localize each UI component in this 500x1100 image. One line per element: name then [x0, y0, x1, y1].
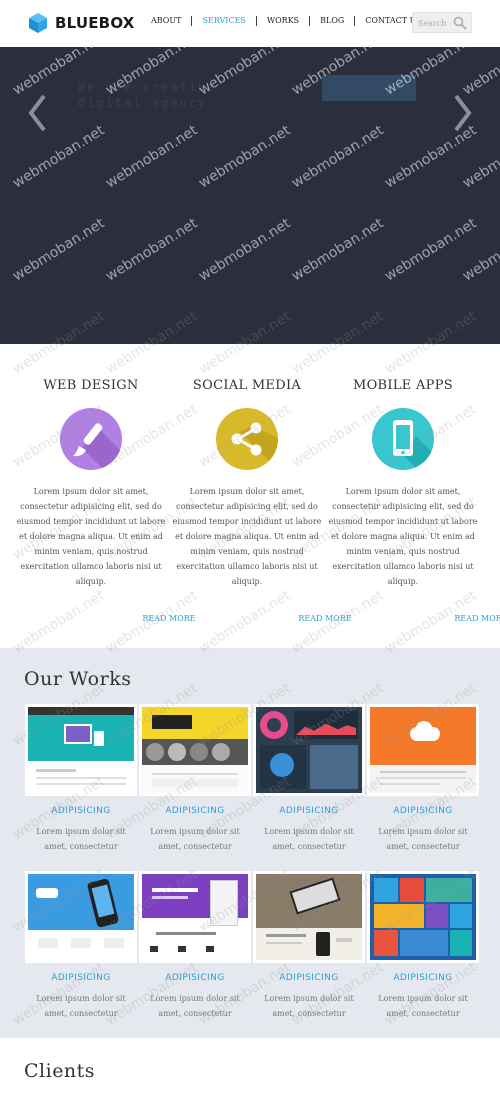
work-description: Lorem ipsum dolor sit amet, consectetur	[264, 994, 354, 1018]
read-more-link[interactable]: READ MORE	[403, 614, 500, 623]
brand-name: BLUEBOX	[55, 14, 135, 32]
work-title[interactable]: ADIPISICING	[139, 806, 251, 816]
nav-divider	[354, 16, 356, 26]
work-thumbnail[interactable]	[139, 871, 251, 963]
work-thumbnail[interactable]	[367, 871, 479, 963]
service-title: SOCIAL MEDIA	[192, 378, 302, 393]
nav-divider	[309, 16, 311, 26]
work-thumbnail[interactable]	[25, 704, 137, 796]
share-icon	[216, 408, 278, 470]
work-description: Lorem ipsum dolor sit amet, consectetur	[36, 827, 126, 851]
works-section: Our Works ADIPISICING Lorem ipsum dolor …	[0, 648, 500, 1038]
main-nav: ABOUT SERVICES WORKS BLOG CONTACT US	[146, 15, 427, 27]
services-section: WEB DESIGN Lorem ipsum dolor sit amet, c…	[0, 344, 500, 648]
work-title[interactable]: ADIPISICING	[253, 806, 365, 816]
slider-prev-arrow-icon[interactable]	[26, 93, 48, 133]
nav-item-about[interactable]: ABOUT	[146, 15, 186, 27]
clients-section: Clients	[0, 1038, 500, 1100]
slider-next-arrow-icon[interactable]	[452, 93, 474, 133]
work-description: Lorem ipsum dolor sit amet, consectetur	[150, 994, 240, 1018]
service-title: WEB DESIGN	[43, 378, 139, 393]
hero-slider: We are creative digital agency	[0, 47, 500, 344]
smartphone-icon	[372, 408, 434, 470]
work-thumbnail[interactable]	[139, 704, 251, 796]
hero-cta-button[interactable]	[322, 75, 416, 101]
work-title[interactable]: ADIPISICING	[367, 806, 479, 816]
service-description: Lorem ipsum dolor sit amet, consectetur …	[172, 487, 322, 586]
nav-item-works[interactable]: WORKS	[262, 15, 304, 27]
read-more-link[interactable]: READ MORE	[91, 614, 247, 623]
service-description: Lorem ipsum dolor sit amet, consectetur …	[16, 487, 166, 586]
work-description: Lorem ipsum dolor sit amet, consectetur	[264, 827, 354, 851]
work-title[interactable]: ADIPISICING	[25, 973, 137, 983]
nav-divider	[191, 16, 193, 26]
work-description: Lorem ipsum dolor sit amet, consectetur	[378, 994, 468, 1018]
read-more-link[interactable]: READ MORE	[247, 614, 403, 623]
search-icon[interactable]	[453, 16, 467, 30]
hero-headline: We are creative digital agency	[78, 80, 217, 110]
nav-item-services[interactable]: SERVICES	[197, 15, 250, 27]
work-thumbnail[interactable]	[367, 704, 479, 796]
service-description: Lorem ipsum dolor sit amet, consectetur …	[328, 487, 478, 586]
section-title: Our Works	[24, 668, 132, 690]
nav-divider	[255, 16, 257, 26]
search-box	[412, 12, 472, 33]
work-title[interactable]: ADIPISICING	[25, 806, 137, 816]
work-description: Lorem ipsum dolor sit amet, consectetur	[36, 994, 126, 1018]
work-title[interactable]: ADIPISICING	[139, 973, 251, 983]
site-header: BLUEBOX ABOUT SERVICES WORKS BLOG CONTAC…	[0, 0, 500, 47]
work-title[interactable]: ADIPISICING	[367, 973, 479, 983]
work-thumbnail[interactable]	[25, 871, 137, 963]
service-title: MOBILE APPS	[352, 378, 453, 393]
nav-item-blog[interactable]: BLOG	[315, 15, 349, 27]
cube-icon	[29, 13, 47, 33]
work-description: Lorem ipsum dolor sit amet, consectetur	[378, 827, 468, 851]
search-input[interactable]	[418, 16, 456, 30]
brand-logo[interactable]: BLUEBOX	[28, 12, 135, 34]
paintbrush-icon	[60, 408, 122, 470]
work-title[interactable]: ADIPISICING	[253, 973, 365, 983]
section-title: Clients	[24, 1060, 96, 1082]
work-thumbnail[interactable]	[253, 704, 365, 796]
work-description: Lorem ipsum dolor sit amet, consectetur	[150, 827, 240, 851]
work-thumbnail[interactable]	[253, 871, 365, 963]
